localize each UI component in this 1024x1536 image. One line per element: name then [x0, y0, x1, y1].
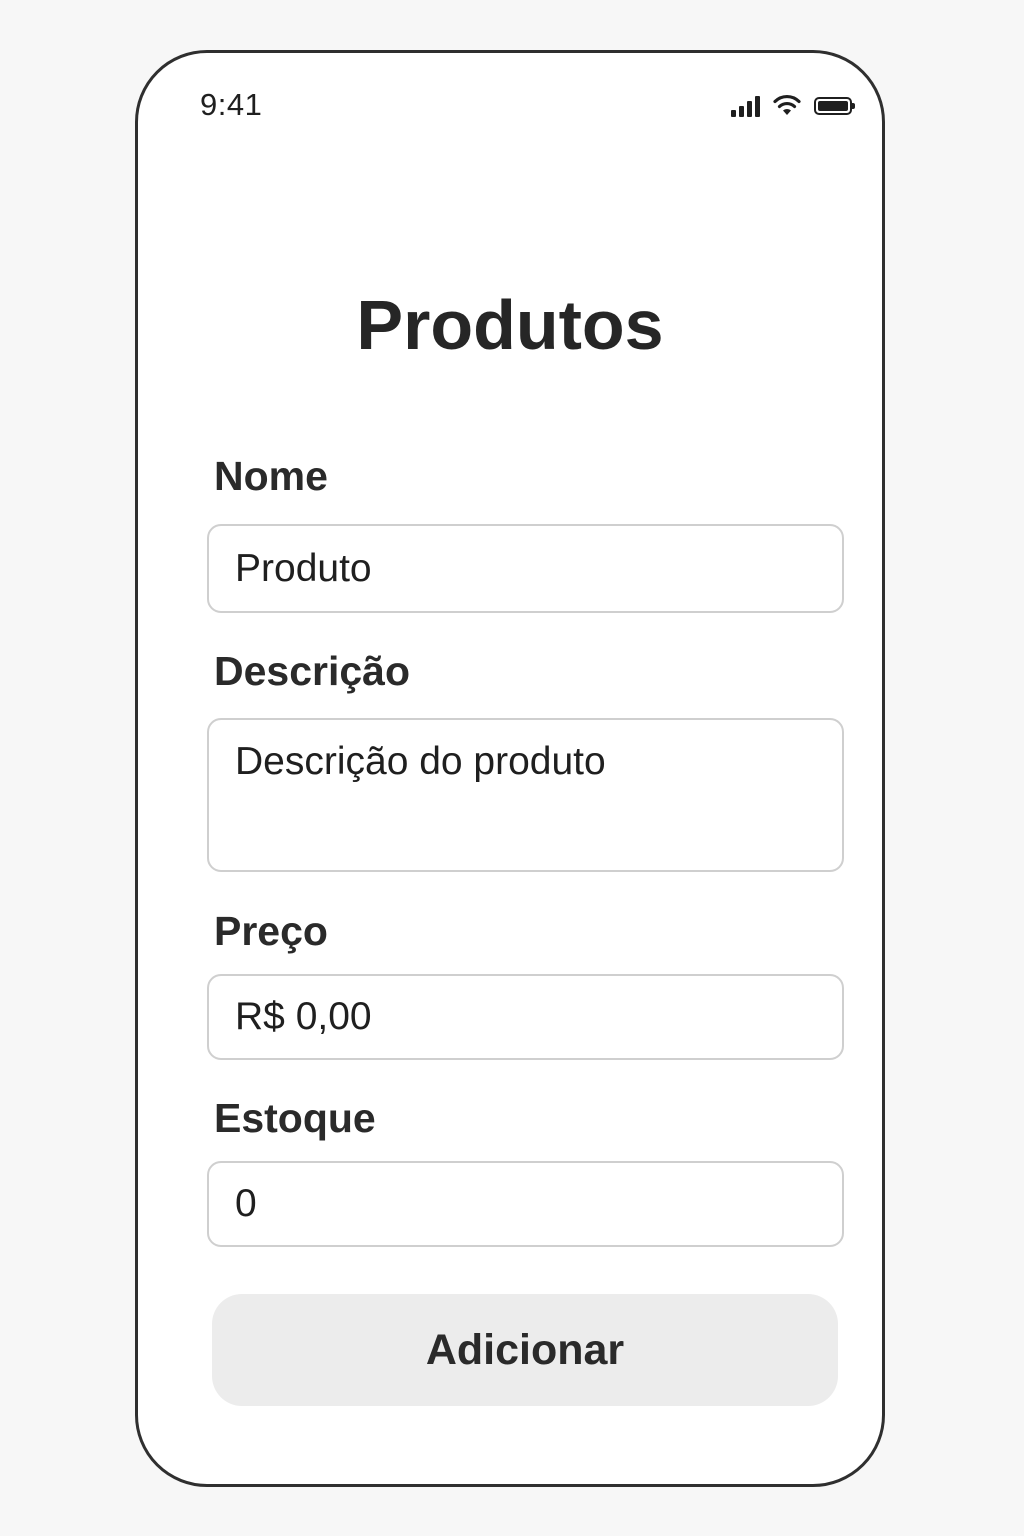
status-bar-time: 9:41: [200, 87, 263, 122]
descricao-textarea[interactable]: Descrição do produto: [207, 718, 844, 872]
status-bar-icons: [731, 93, 855, 117]
descricao-label: Descrição: [214, 648, 411, 694]
preco-label: Preço: [214, 908, 328, 954]
battery-icon: [814, 97, 855, 115]
estoque-label: Estoque: [214, 1095, 376, 1141]
preco-input[interactable]: R$ 0,00: [207, 974, 844, 1060]
add-button[interactable]: Adicionar: [212, 1294, 838, 1406]
page-title: Produtos: [356, 286, 664, 364]
estoque-input[interactable]: 0: [207, 1161, 844, 1247]
nome-input[interactable]: Produto: [207, 524, 844, 613]
nome-label: Nome: [214, 453, 328, 499]
cellular-signal-icon: [731, 95, 760, 117]
wifi-icon: [772, 93, 802, 117]
phone-frame: 9:41 Produtos Nome Produto Descrição Des…: [135, 50, 885, 1487]
